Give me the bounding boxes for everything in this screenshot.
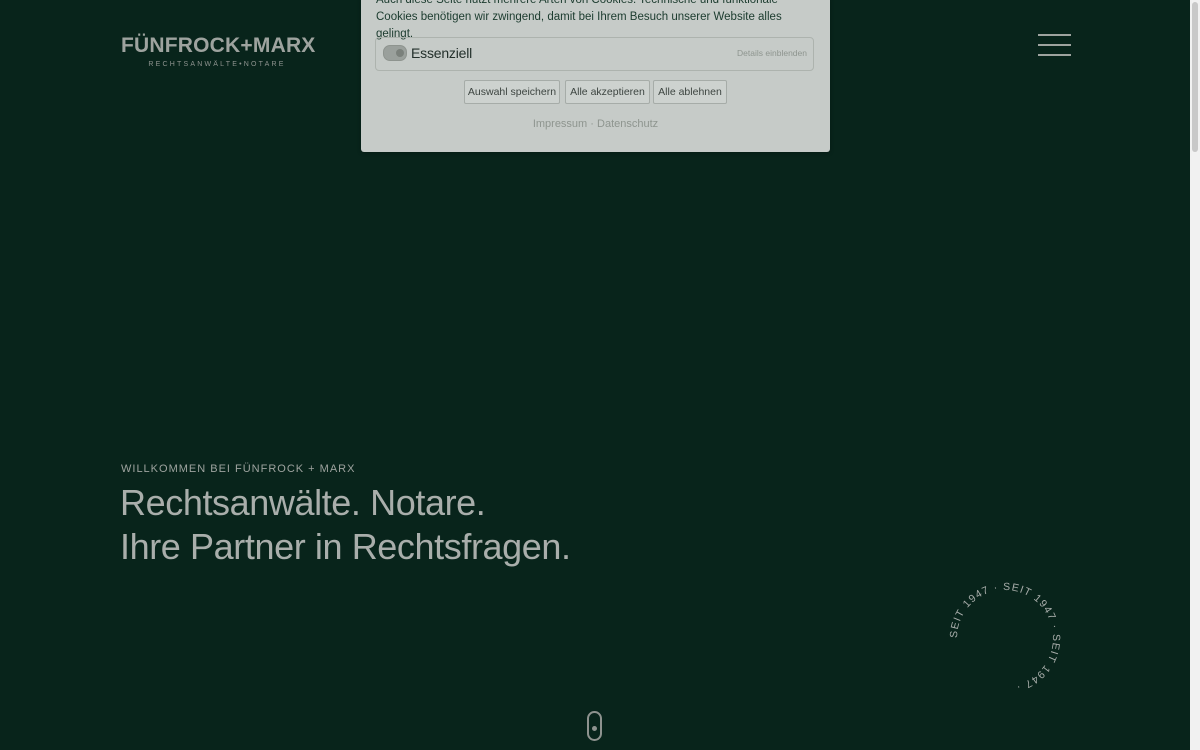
site-logo[interactable]: FÜNFROCK+MARX RECHTSANWÄLTE•NOTARE: [121, 34, 316, 68]
privacy-link[interactable]: Datenschutz: [597, 118, 658, 130]
logo-name: FÜNFROCK+MARX: [121, 34, 316, 57]
badge-text: SEIT 1947 · SEIT 1947 · SEIT 1947 ·: [948, 581, 1061, 694]
cookie-footer-links: Impressum · Datenschutz: [361, 118, 830, 130]
hamburger-menu-icon[interactable]: [1038, 34, 1071, 58]
toggle-knob: [396, 49, 404, 57]
page: FÜNFROCK+MARX RECHTSANWÄLTE•NOTARE WILLK…: [0, 0, 1190, 750]
imprint-link[interactable]: Impressum: [533, 118, 587, 130]
logo-subtitle: RECHTSANWÄLTE•NOTARE: [148, 61, 286, 68]
details-link[interactable]: Details einblenden: [737, 48, 807, 58]
hero-title-line-1: Rechtsanwälte. Notare.: [120, 482, 486, 523]
hero-eyebrow: WILLKOMMEN BEI FÜNFROCK + MARX: [121, 463, 356, 475]
mouse-scroll-icon[interactable]: [587, 711, 602, 741]
cookie-banner: Auch diese Seite nutzt mehrere Arten von…: [361, 0, 830, 152]
svg-text:SEIT 1947 · SEIT 1947 · SEIT 1: SEIT 1947 · SEIT 1947 · SEIT 1947 ·: [948, 581, 1062, 694]
save-selection-button[interactable]: Auswahl speichern: [464, 80, 560, 104]
essential-toggle[interactable]: [383, 45, 407, 61]
cookie-group-essential: Essenziell Details einblenden: [375, 37, 814, 71]
since-1947-badge: SEIT 1947 · SEIT 1947 · SEIT 1947 ·: [948, 581, 1062, 694]
scrollbar-thumb[interactable]: [1192, 2, 1198, 152]
scroll-dot: [592, 726, 597, 731]
cookie-group-label: Essenziell: [411, 45, 473, 61]
reject-all-button[interactable]: Alle ablehnen: [653, 80, 727, 104]
accept-all-button[interactable]: Alle akzeptieren: [565, 80, 650, 104]
hero-title-line-2: Ihre Partner in Rechtsfragen.: [120, 526, 571, 567]
scrollbar[interactable]: [1190, 0, 1200, 750]
link-separator: ·: [590, 118, 598, 130]
